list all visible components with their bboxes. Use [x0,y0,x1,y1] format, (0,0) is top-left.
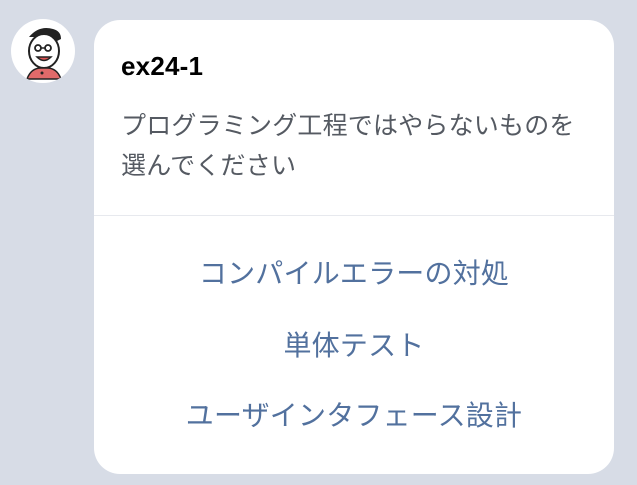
cartoon-character-avatar-icon [25,28,63,80]
quiz-header: ex24-1 プログラミング工程ではやらないものを選んでください [94,20,614,216]
quiz-card: ex24-1 プログラミング工程ではやらないものを選んでください コンパイルエラ… [94,20,614,474]
option-button[interactable]: コンパイルエラーの対処 [94,244,614,304]
quiz-question: プログラミング工程ではやらないものを選んでください [121,111,575,180]
avatar[interactable] [11,19,75,83]
option-button[interactable]: ユーザインタフェース設計 [94,386,614,446]
quiz-title: ex24-1 [121,51,204,81]
option-button[interactable]: 単体テスト [94,316,614,376]
